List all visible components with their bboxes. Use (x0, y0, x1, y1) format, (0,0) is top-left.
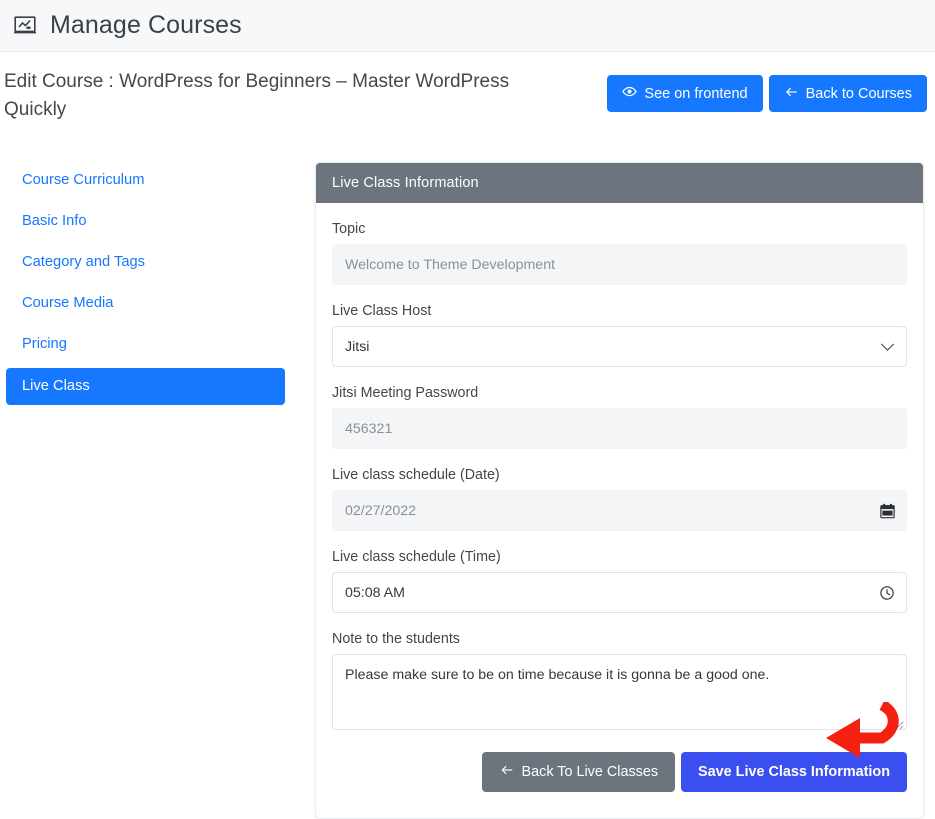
schedule-time-label: Live class schedule (Time) (332, 549, 501, 565)
panel-title: Live Class Information (316, 163, 923, 203)
live-class-host-select[interactable]: Jitsi (332, 326, 907, 367)
calendar-icon[interactable] (880, 503, 895, 519)
schedule-date-input[interactable]: 02/27/2022 (332, 490, 907, 531)
presentation-chart-icon (12, 13, 38, 39)
main-content: Course Curriculum Basic Info Category an… (0, 138, 935, 819)
schedule-date-label: Live class schedule (Date) (332, 467, 500, 483)
schedule-time-value: 05:08 AM (345, 584, 405, 601)
sidebar-item-basic-info[interactable]: Basic Info (6, 203, 285, 240)
chevron-down-icon (880, 341, 895, 352)
save-live-class-information-button[interactable]: Save Live Class Information (681, 752, 907, 792)
jitsi-meeting-password-input[interactable]: 456321 (332, 408, 907, 449)
arrow-left-icon (784, 85, 799, 103)
live-class-form: Topic Welcome to Theme Development Live … (316, 203, 923, 818)
panel-action-buttons: Back To Live Classes Save Live Class Inf… (332, 748, 907, 802)
sidebar-item-course-curriculum[interactable]: Course Curriculum (6, 162, 285, 199)
field-topic: Topic Welcome to Theme Development (332, 221, 907, 285)
topic-label: Topic (332, 221, 366, 237)
back-to-courses-button[interactable]: Back to Courses (768, 75, 927, 112)
sidebar-item-category-and-tags[interactable]: Category and Tags (6, 244, 285, 281)
live-class-host-value: Jitsi (345, 338, 370, 355)
field-jitsi-meeting-password: Jitsi Meeting Password 456321 (332, 385, 907, 449)
field-schedule-date: Live class schedule (Date) 02/27/2022 (332, 467, 907, 531)
topic-input[interactable]: Welcome to Theme Development (332, 244, 907, 285)
back-to-live-classes-label: Back To Live Classes (521, 764, 659, 780)
clock-icon[interactable] (879, 585, 895, 601)
schedule-date-value: 02/27/2022 (345, 502, 417, 519)
sidebar-item-course-media[interactable]: Course Media (6, 285, 285, 322)
arrow-left-icon (499, 763, 515, 781)
see-on-frontend-label: See on frontend (644, 85, 748, 102)
back-to-courses-label: Back to Courses (805, 85, 912, 102)
course-edit-sidebar: Course Curriculum Basic Info Category an… (6, 162, 285, 409)
resize-handle-icon[interactable] (892, 716, 904, 729)
jitsi-meeting-password-label: Jitsi Meeting Password (332, 385, 479, 401)
app-title: Manage Courses (50, 11, 242, 39)
note-to-students-value: Please make sure to be on time because i… (345, 667, 770, 683)
sidebar-item-pricing[interactable]: Pricing (6, 326, 285, 363)
page-header: Edit Course : WordPress for Beginners – … (0, 52, 935, 138)
live-class-information-panel: Live Class Information Topic Welcome to … (315, 162, 924, 819)
page-header-actions: See on frontend Back to Courses (607, 75, 929, 112)
see-on-frontend-button[interactable]: See on frontend (607, 75, 763, 112)
note-to-students-label: Note to the students (332, 631, 460, 647)
save-live-class-information-label: Save Live Class Information (698, 764, 890, 780)
field-live-class-host: Live Class Host Jitsi (332, 303, 907, 367)
app-header-bar: Manage Courses (0, 0, 935, 52)
field-note-to-students: Note to the students Please make sure to… (332, 631, 907, 730)
page-title: Edit Course : WordPress for Beginners – … (4, 71, 510, 120)
back-to-live-classes-button[interactable]: Back To Live Classes (481, 752, 676, 792)
note-to-students-textarea[interactable]: Please make sure to be on time because i… (332, 654, 907, 730)
field-schedule-time: Live class schedule (Time) 05:08 AM (332, 549, 907, 613)
eye-icon (622, 84, 638, 103)
sidebar-item-live-class[interactable]: Live Class (6, 367, 285, 405)
live-class-host-label: Live Class Host (332, 303, 432, 319)
schedule-time-input[interactable]: 05:08 AM (332, 572, 907, 613)
